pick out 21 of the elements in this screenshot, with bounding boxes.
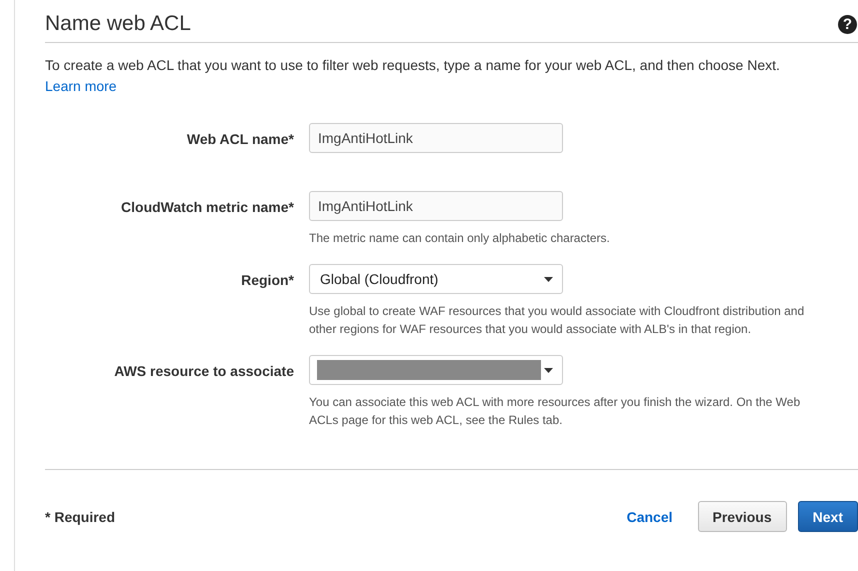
input-field[interactable]: ImgAntiHotLink (309, 123, 563, 153)
field-label: AWS resource to associate (113, 362, 295, 379)
field-label: CloudWatch metric name* (120, 198, 295, 215)
previous-button[interactable]: Previous (698, 501, 787, 532)
hint-text: The metric name can contain only alphabetic characters. (309, 230, 611, 247)
help-icon[interactable]: ? (838, 14, 857, 34)
input-field[interactable]: ImgAntiHotLink (309, 191, 563, 221)
caret-icon (544, 368, 553, 372)
required-note: * Required (45, 508, 116, 524)
intro-text: To create a web ACL that you want to use to filter web requests, type a name for your web ACL, and then choose Next. Learn more (45, 56, 781, 96)
caret-icon (544, 276, 553, 282)
learn-more-link[interactable]: Learn more (45, 78, 117, 94)
hint-text: You can associate this web ACL with more resources after you finish the wizard. On the Web ACLs page for this web ACL, see the Rules tab. (309, 394, 802, 429)
field-label: Region* (240, 271, 295, 288)
field-label: Web ACL name* (186, 130, 295, 147)
section-title: Name web ACL (45, 12, 191, 36)
hint-text: Use global to create WAF resources that you would associate with Cloudfront distribution and other regions for WAF resources that you would associate with ALB's in that region. (309, 303, 806, 338)
dropdown[interactable] (309, 355, 563, 385)
dropdown[interactable]: Global (Cloudfront) (309, 264, 563, 294)
cancel-link[interactable]: Cancel (626, 508, 672, 524)
next-button[interactable]: Next (798, 501, 858, 532)
